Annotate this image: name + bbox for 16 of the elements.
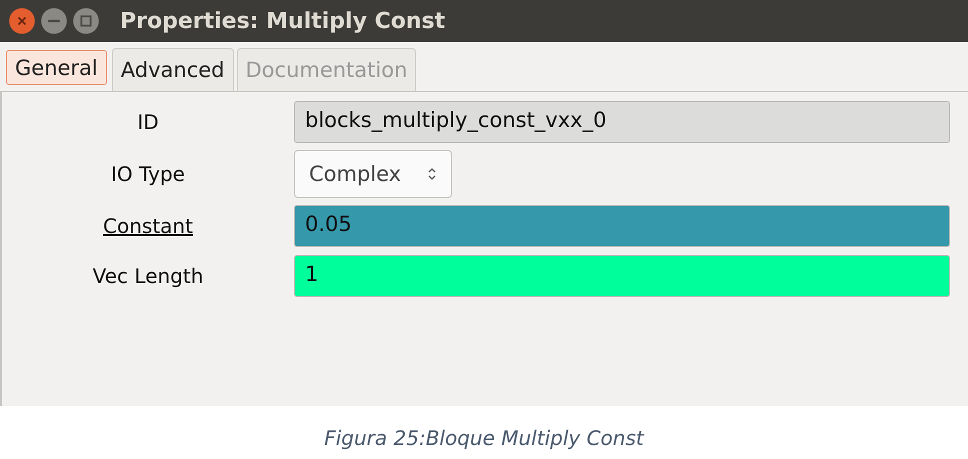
field-label: IO Type [110, 162, 186, 186]
maximize-icon[interactable] [72, 7, 100, 35]
field-label: ID [136, 110, 160, 134]
input-field[interactable]: 0.05 [294, 205, 950, 247]
spinner-icon [427, 166, 438, 182]
id-field[interactable]: blocks_multiply_const_vxx_0 [294, 101, 950, 143]
tab[interactable]: Advanced [112, 48, 234, 91]
close-icon[interactable] [8, 7, 36, 35]
tab[interactable]: General [6, 50, 107, 85]
window-title: Properties: Multiply Const [120, 8, 446, 34]
input-field[interactable]: 1 [294, 255, 950, 297]
field-label: Constant [102, 214, 194, 238]
figure-caption: Figura 25:Bloque Multiply Const [323, 426, 646, 450]
type-dropdown[interactable]: Complex [294, 150, 452, 198]
field-label: Vec Length [92, 264, 204, 288]
minimize-icon[interactable] [40, 7, 68, 35]
